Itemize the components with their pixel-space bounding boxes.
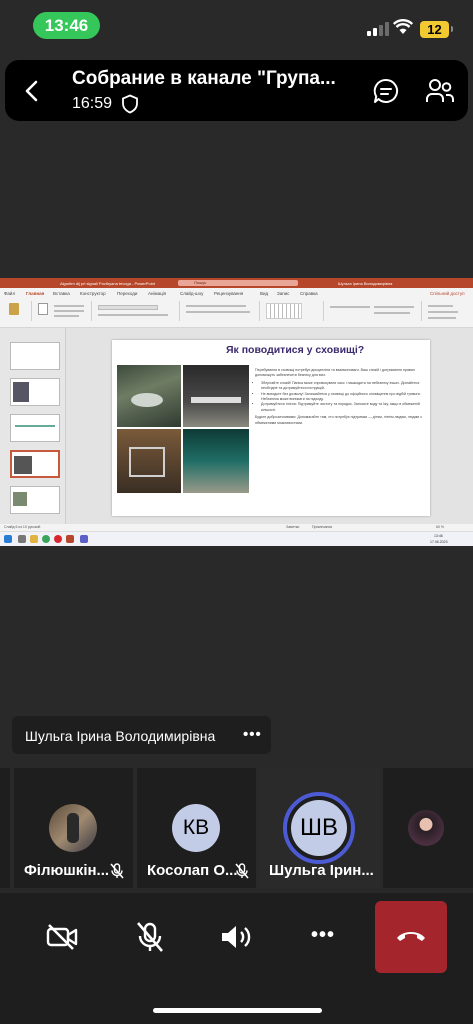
avatar-initials: ШВ xyxy=(291,800,347,856)
avatar-initials-text: КВ xyxy=(182,816,210,839)
hang-up-button[interactable] xyxy=(375,901,447,973)
slide-bullet: Не виходьте без дозволу! Залишайтеся у с… xyxy=(261,392,425,403)
windows-taskbar: 13:46 17.06.2023 xyxy=(0,531,473,546)
participant-tile[interactable]: КВ Косолап О... xyxy=(137,768,256,888)
ribbon-tabs: Файл Главная Вставка Конструктор Переход… xyxy=(0,288,473,298)
comments-button[interactable]: Примечания xyxy=(312,525,332,529)
powerpoint-titlebar: Algoritm dij pri signali Povitryana triv… xyxy=(0,278,473,288)
home-indicator[interactable] xyxy=(153,1008,322,1013)
current-slide: Як поводитися у сховищі? Перебування в с… xyxy=(112,340,430,516)
ribbon-group-paragraph xyxy=(182,301,260,321)
slide-thumbnails-pane[interactable] xyxy=(0,328,66,524)
tab-home[interactable]: Главная xyxy=(26,291,44,296)
participant-tile[interactable] xyxy=(383,768,473,888)
participant-name: Косолап О... xyxy=(147,862,238,879)
slide-thumbnail-selected[interactable] xyxy=(10,450,60,478)
ribbon-group-styles xyxy=(326,301,422,321)
slide-counter: Слайд 6 из 10 русский xyxy=(4,525,41,529)
user-name: Шульга Ірина Володимирівна xyxy=(338,281,393,286)
powerpoint-statusbar: Слайд 6 из 10 русский Заметки Примечания… xyxy=(0,524,473,531)
shelter-photo xyxy=(182,428,250,494)
meeting-duration: 16:59 xyxy=(72,95,113,112)
search-field[interactable]: Пошук xyxy=(178,280,298,286)
ribbon-group-editing xyxy=(424,301,470,321)
ribbon-group-drawing xyxy=(262,301,324,321)
slide-body: Перебування в сховищі потребує дисциплін… xyxy=(255,368,425,428)
status-bar: 13:46 12 xyxy=(0,0,473,52)
tab-transitions[interactable]: Переходи xyxy=(117,291,137,296)
camera-off-icon[interactable] xyxy=(46,923,78,951)
wifi-icon xyxy=(393,19,413,34)
windows-start-icon[interactable] xyxy=(4,535,12,543)
speaking-ring: ШВ xyxy=(283,792,355,864)
ribbon xyxy=(0,298,473,328)
clock-pill[interactable]: 13:46 xyxy=(33,12,100,39)
slide-paragraph: Перебування в сховищі потребує дисциплін… xyxy=(255,368,415,378)
phone-hangup-icon xyxy=(397,932,425,941)
tab-design[interactable]: Конструктор xyxy=(80,291,106,296)
mic-muted-icon xyxy=(235,863,249,879)
taskbar-time: 13:46 xyxy=(434,534,443,538)
participant-name: Філюшкін... xyxy=(24,862,110,879)
battery-icon: 12 xyxy=(420,21,453,38)
app-title: Algoritm dij pri signali Povitryana triv… xyxy=(60,281,155,286)
ribbon-group-clipboard xyxy=(2,301,32,321)
avatar-initials: КВ xyxy=(172,804,220,852)
chrome-icon[interactable] xyxy=(42,535,50,543)
shelter-photo xyxy=(182,364,250,428)
participant-tile-partial xyxy=(0,768,10,888)
slide-thumbnail[interactable] xyxy=(10,342,60,370)
tab-insert[interactable]: Вставка xyxy=(53,291,70,296)
zoom-level[interactable]: 60 % xyxy=(436,525,444,529)
avatar-photo xyxy=(408,810,444,846)
speaker-icon[interactable] xyxy=(220,923,254,951)
ribbon-group-font xyxy=(94,301,180,321)
participant-tile[interactable]: Філюшкін... xyxy=(14,768,133,888)
tab-view[interactable]: Вид xyxy=(260,291,268,296)
meeting-header: Собрание в канале "Група... 16:59 xyxy=(5,60,468,121)
cellular-signal-icon xyxy=(367,22,389,36)
mic-muted-icon[interactable] xyxy=(135,921,165,953)
search-icon[interactable] xyxy=(18,535,26,543)
share-button[interactable]: Спільний доступ xyxy=(430,291,465,296)
avatar-initials-text: ШВ xyxy=(299,814,338,841)
more-options-icon[interactable]: ••• xyxy=(243,726,262,743)
powerpoint-icon[interactable] xyxy=(66,535,74,543)
call-controls: ••• xyxy=(0,893,473,1024)
avatar-photo xyxy=(49,804,97,852)
shelter-photo xyxy=(116,364,182,428)
mic-muted-icon xyxy=(110,863,124,879)
participant-name: Шульга Ірин... xyxy=(269,862,374,879)
chat-icon[interactable] xyxy=(372,77,400,105)
tab-help[interactable]: Справка xyxy=(300,291,318,296)
shelter-photo xyxy=(116,428,182,494)
slide-bullet: Зберігайте спокій! Паніка може спровокув… xyxy=(261,381,425,392)
folder-icon[interactable] xyxy=(30,535,38,543)
ribbon-group-slides xyxy=(34,301,92,321)
tab-slideshow[interactable]: Слайд-шоу xyxy=(180,291,203,296)
more-controls-icon[interactable]: ••• xyxy=(311,924,335,947)
tab-file[interactable]: Файл xyxy=(4,291,15,296)
notes-button[interactable]: Заметки xyxy=(286,525,299,529)
taskbar-date: 17.06.2023 xyxy=(430,540,448,544)
tab-review[interactable]: Рецензування xyxy=(214,291,243,296)
active-speaker-label[interactable]: Шульга Ірина Володимирівна ••• xyxy=(12,716,271,754)
slide-title: Як поводитися у сховищі? xyxy=(226,344,365,356)
participant-tile-speaking[interactable]: ШВ Шульга Ірин... xyxy=(260,768,379,888)
speaker-name: Шульга Ірина Володимирівна xyxy=(25,728,216,744)
shield-icon[interactable] xyxy=(121,94,139,114)
participants-icon[interactable] xyxy=(425,77,455,105)
slide-thumbnail[interactable] xyxy=(10,486,60,514)
tab-animation[interactable]: Анімація xyxy=(148,291,166,296)
slide-thumbnail[interactable] xyxy=(10,414,60,442)
slide-thumbnail[interactable] xyxy=(10,378,60,406)
tab-record[interactable]: Запис xyxy=(277,291,289,296)
back-chevron-icon[interactable] xyxy=(19,78,45,104)
meeting-title[interactable]: Собрание в канале "Група... xyxy=(72,68,362,90)
teams-icon[interactable] xyxy=(80,535,88,543)
slide-paragraph: Будьте доброзичливими: Допомагайте тим, … xyxy=(255,415,422,425)
slide-bullet: Дотримуйтеся гігієни: Підтримуйте чистот… xyxy=(261,402,425,413)
opera-icon[interactable] xyxy=(54,535,62,543)
